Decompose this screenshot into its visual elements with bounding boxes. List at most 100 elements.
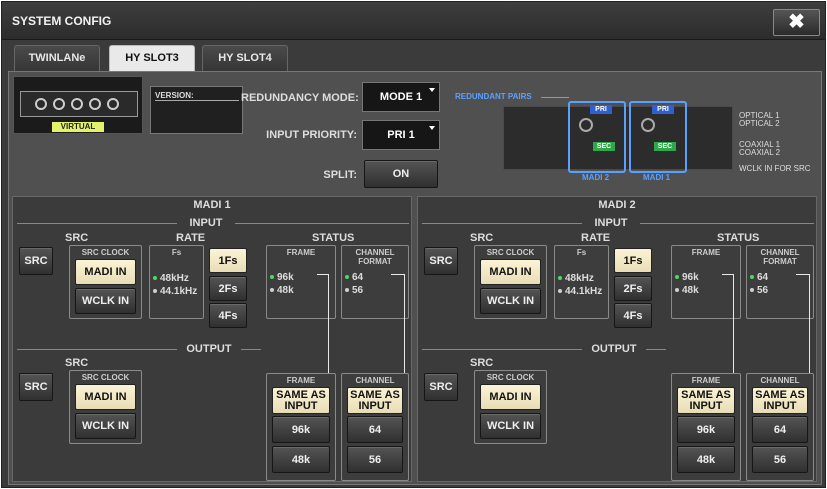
src-label: SRC bbox=[470, 232, 494, 244]
output-channel-box: CHANNEL SAME AS INPUT 64 56 bbox=[746, 373, 814, 481]
frame-same-as-input-button[interactable]: SAME AS INPUT bbox=[272, 387, 330, 414]
channel-format-label: CHANNEL FORMAT bbox=[760, 248, 800, 266]
src-clock-box: SRC CLOCK MADI IN WCLK IN bbox=[69, 245, 142, 319]
tab-hy-slot4[interactable]: HY SLOT4 bbox=[202, 45, 288, 71]
ch-64-text: 64 bbox=[352, 272, 364, 283]
wclk-in-button[interactable]: WCLK IN bbox=[480, 288, 541, 314]
output-wclk-in-button[interactable]: WCLK IN bbox=[480, 413, 541, 439]
rate-label: RATE bbox=[581, 232, 611, 244]
madi-panel-2: MADI 2 INPUT SRC RATE STATUS SRC SRC CLO… bbox=[417, 196, 817, 482]
output-src-clock-label: SRC CLOCK bbox=[81, 373, 130, 382]
channel-same-as-input-button[interactable]: SAME AS INPUT bbox=[347, 387, 403, 414]
output-src-button[interactable]: SRC bbox=[424, 373, 458, 401]
output-madi-in-button[interactable]: MADI IN bbox=[75, 384, 136, 410]
split-button[interactable]: ON bbox=[364, 160, 438, 188]
frame-96k-status: 96k bbox=[675, 272, 699, 283]
madi2-sec-badge: SEC bbox=[593, 142, 615, 151]
close-button[interactable]: ✖ bbox=[773, 9, 820, 36]
green-led-icon bbox=[270, 275, 274, 280]
output-madi-in-button[interactable]: MADI IN bbox=[480, 384, 541, 410]
rate-441khz-status: 44.1kHz bbox=[153, 286, 197, 297]
rate-441khz-status: 44.1kHz bbox=[558, 286, 602, 297]
title-bar: SYSTEM CONFIG ✖ bbox=[2, 2, 825, 40]
src-button[interactable]: SRC bbox=[424, 247, 458, 275]
output-section-label: OUTPUT bbox=[591, 343, 637, 355]
version-box: VERSION: bbox=[150, 86, 243, 134]
output-src-button[interactable]: SRC bbox=[19, 373, 53, 401]
rate-label: RATE bbox=[176, 232, 206, 244]
madi-panel-1: MADI 1 INPUT SRC RATE STATUS SRC SRC CLO… bbox=[12, 196, 412, 482]
card-image: VIRTUAL bbox=[13, 76, 143, 134]
src-clock-box: SRC CLOCK MADI IN WCLK IN bbox=[474, 245, 547, 319]
status-label: STATUS bbox=[717, 232, 760, 244]
output-frame-label: FRAME bbox=[691, 376, 721, 385]
frame-96k-button[interactable]: 96k bbox=[677, 416, 735, 443]
frame-same-as-input-button[interactable]: SAME AS INPUT bbox=[677, 387, 735, 414]
output-src-clock-box: SRC CLOCK MADI IN WCLK IN bbox=[474, 370, 547, 444]
status-label: STATUS bbox=[312, 232, 355, 244]
frame-96k-button[interactable]: 96k bbox=[272, 416, 330, 443]
madi-in-button[interactable]: MADI IN bbox=[480, 259, 541, 285]
channel-56-button[interactable]: 56 bbox=[752, 446, 808, 473]
src-button[interactable]: SRC bbox=[19, 247, 53, 275]
output-frame-box: FRAME SAME AS INPUT 96k 48k bbox=[266, 373, 336, 481]
ch-56-text: 56 bbox=[352, 285, 364, 296]
fs4-button[interactable]: 4Fs bbox=[209, 303, 247, 328]
input-priority-select[interactable]: PRI 1 bbox=[362, 120, 440, 150]
window-title: SYSTEM CONFIG bbox=[12, 14, 112, 28]
ch-56-text: 56 bbox=[757, 285, 769, 296]
frame-48k-status: 48k bbox=[270, 285, 294, 296]
channel-56-button[interactable]: 56 bbox=[347, 446, 403, 473]
green-led-icon bbox=[750, 275, 754, 280]
green-led-icon bbox=[675, 275, 679, 280]
src-label: SRC bbox=[65, 232, 89, 244]
madi-in-button[interactable]: MADI IN bbox=[75, 259, 136, 285]
fs1-button[interactable]: 1Fs bbox=[614, 248, 652, 273]
ch-56-status: 56 bbox=[345, 285, 363, 296]
rate-48khz-status: 48kHz bbox=[558, 273, 594, 284]
rate-fs-box: Fs 48kHz 44.1kHz bbox=[554, 245, 609, 319]
src-clock-label: SRC CLOCK bbox=[486, 248, 535, 257]
fs-label: Fs bbox=[171, 248, 182, 257]
frame-label: FRAME bbox=[691, 248, 721, 257]
input-priority-label: INPUT PRIORITY: bbox=[266, 129, 357, 141]
card-faceplate-icon bbox=[20, 91, 138, 117]
frame-48k-button[interactable]: 48k bbox=[272, 446, 330, 473]
output-frame-label: FRAME bbox=[286, 376, 316, 385]
connector-icon bbox=[579, 118, 593, 132]
channel-64-button[interactable]: 64 bbox=[347, 416, 403, 443]
channel-same-as-input-button[interactable]: SAME AS INPUT bbox=[752, 387, 808, 414]
white-led-icon bbox=[270, 288, 274, 293]
legend-optical-2: OPTICAL 2 bbox=[739, 119, 780, 128]
split-label: SPLIT: bbox=[323, 169, 357, 181]
channel-format-label: CHANNEL FORMAT bbox=[355, 248, 395, 266]
output-channel-label: CHANNEL bbox=[760, 376, 800, 385]
frame-48k-text: 48k bbox=[682, 285, 699, 296]
white-led-icon bbox=[675, 288, 679, 293]
output-src-label: SRC bbox=[65, 357, 89, 369]
src-clock-label: SRC CLOCK bbox=[81, 248, 130, 257]
fs4-button[interactable]: 4Fs bbox=[614, 303, 652, 328]
system-config-window: SYSTEM CONFIG ✖ TWINLANe HY SLOT3 HY SLO… bbox=[1, 1, 826, 488]
frame-96k-status: 96k bbox=[270, 272, 294, 283]
tab-twinlane[interactable]: TWINLANe bbox=[14, 45, 100, 71]
legend-wclk-in: WCLK IN FOR SRC bbox=[739, 164, 811, 173]
frame-label: FRAME bbox=[286, 248, 316, 257]
fs2-button[interactable]: 2Fs bbox=[614, 276, 652, 301]
frame-96k-text: 96k bbox=[682, 272, 699, 283]
redundancy-mode-select[interactable]: MODE 1 bbox=[362, 82, 440, 112]
output-wclk-in-button[interactable]: WCLK IN bbox=[75, 413, 136, 439]
virtual-badge: VIRTUAL bbox=[52, 122, 104, 132]
madi-title: MADI 2 bbox=[598, 199, 636, 211]
white-led-icon bbox=[750, 288, 754, 293]
output-src-label: SRC bbox=[470, 357, 494, 369]
madi1-sec-badge: SEC bbox=[654, 142, 676, 151]
frame-48k-button[interactable]: 48k bbox=[677, 446, 735, 473]
fs1-button[interactable]: 1Fs bbox=[209, 248, 247, 273]
wclk-in-button[interactable]: WCLK IN bbox=[75, 288, 136, 314]
channel-64-button[interactable]: 64 bbox=[752, 416, 808, 443]
tab-hy-slot3[interactable]: HY SLOT3 bbox=[109, 45, 195, 73]
fs2-button[interactable]: 2Fs bbox=[209, 276, 247, 301]
frame-48k-status: 48k bbox=[675, 285, 699, 296]
rate-48khz-status: 48kHz bbox=[153, 273, 189, 284]
